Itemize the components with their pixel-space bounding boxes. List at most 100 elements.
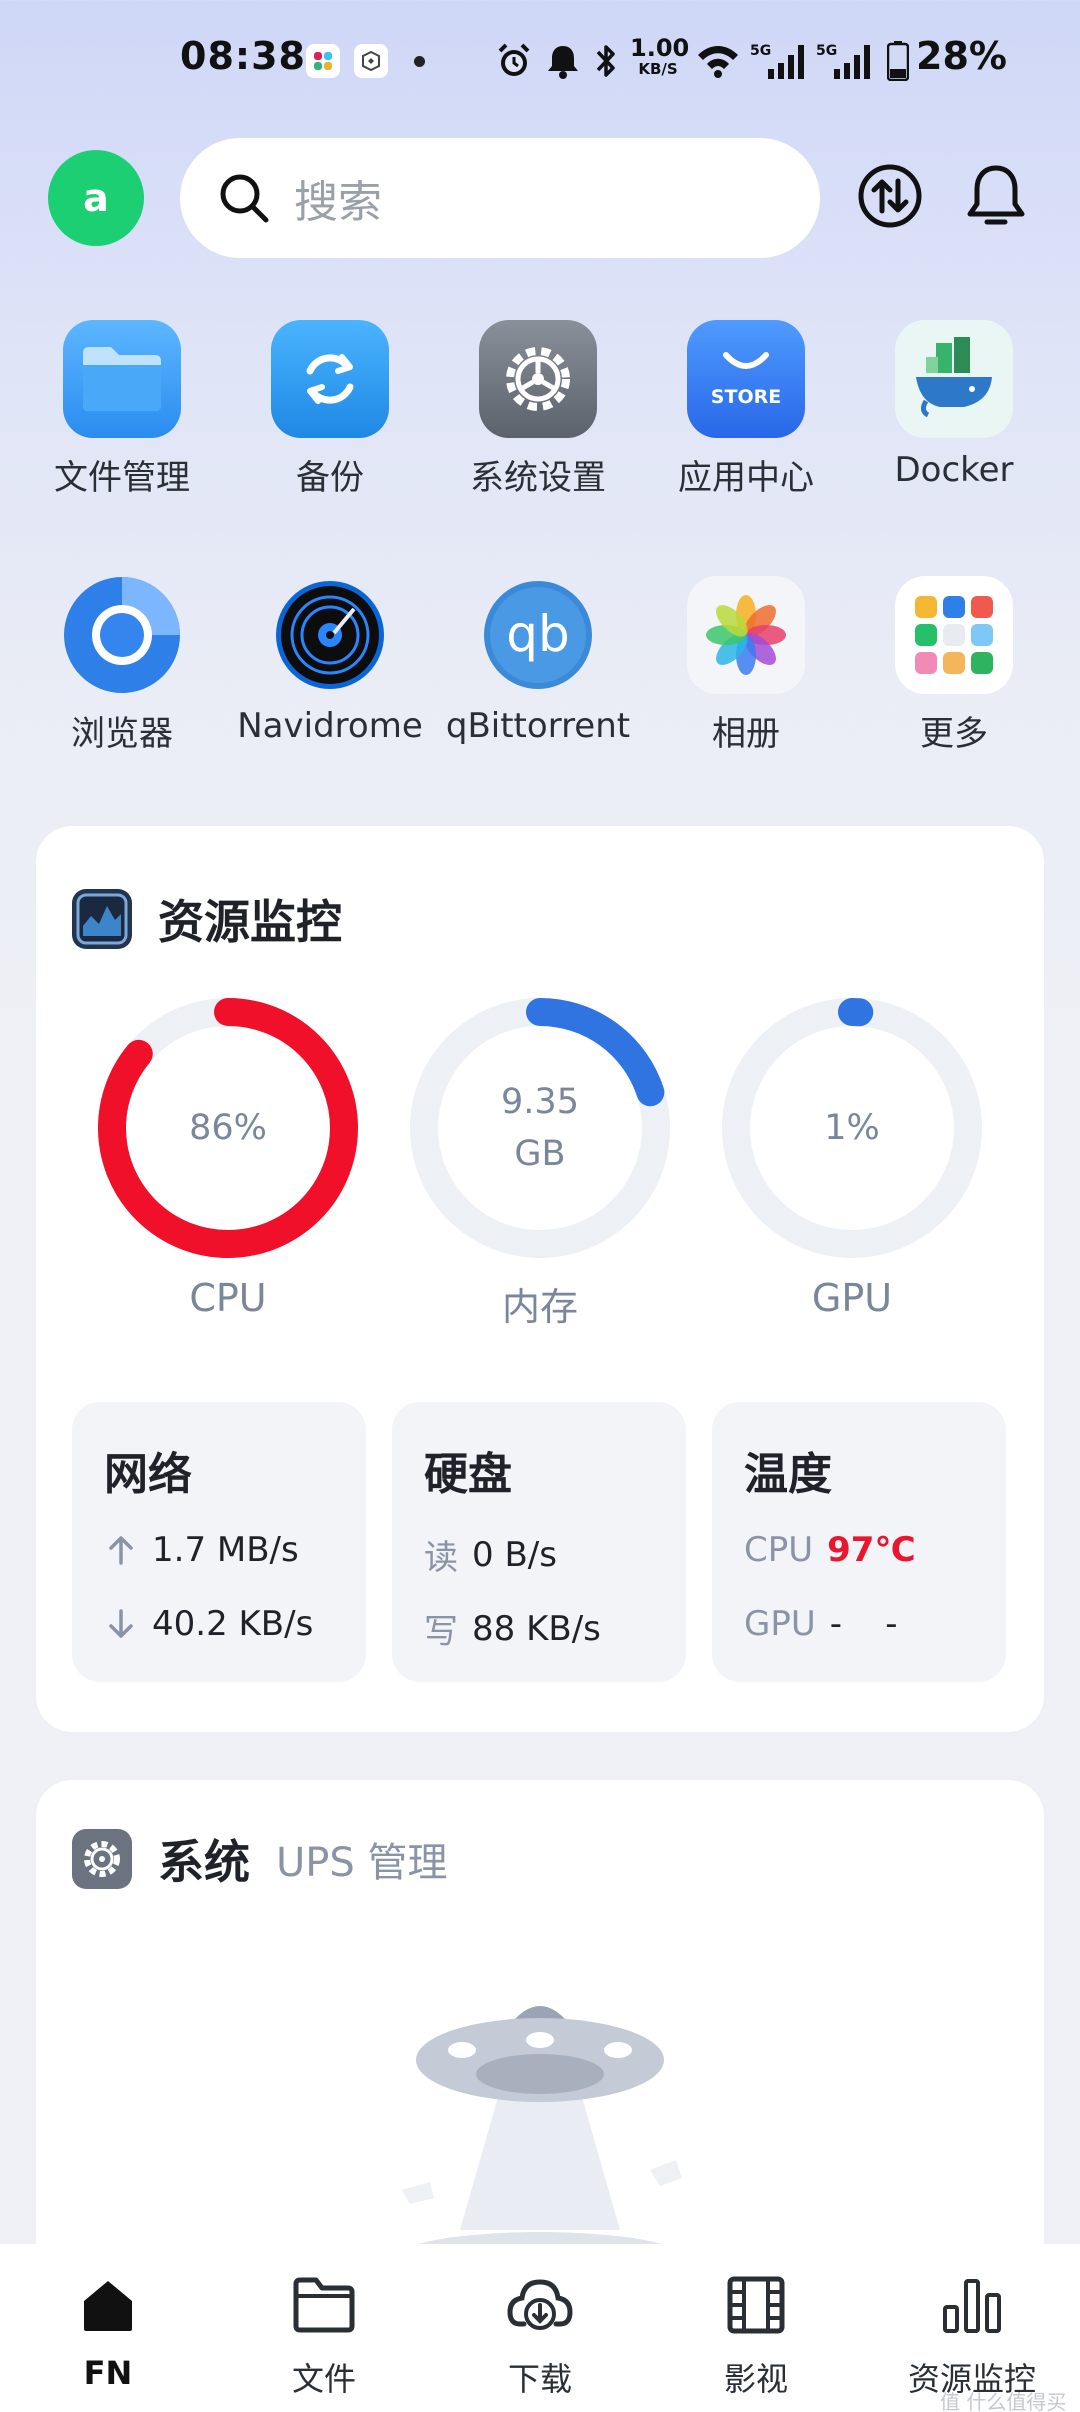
docker-icon: [895, 320, 1013, 438]
store-icon: STORE: [687, 320, 805, 438]
network-download-value: 40.2 KB/s: [152, 1604, 314, 1644]
folder-icon: [289, 2270, 359, 2340]
avatar-letter: a: [83, 176, 109, 220]
gear-icon: [72, 1829, 132, 1889]
svg-text:5G: 5G: [750, 43, 771, 59]
status-bar: 08:38 1.00 KB/S 5G 5G 28%: [0, 0, 1080, 124]
transfer-button[interactable]: [848, 154, 932, 238]
signal-5g-icon: 5G: [750, 40, 808, 82]
nav-label: 下载: [507, 2360, 572, 2398]
disk-read-label: 读: [424, 1538, 458, 1578]
app-label: 应用中心: [678, 458, 814, 498]
app-qbittorrent[interactable]: qb qBittorrent: [434, 576, 642, 746]
app-file-manager[interactable]: 文件管理: [18, 320, 226, 499]
svg-text:5G: 5G: [816, 43, 837, 59]
tab-files[interactable]: 文件: [216, 2270, 432, 2400]
app-browser[interactable]: 浏览器: [18, 576, 226, 755]
tab-media[interactable]: 影视: [648, 2270, 864, 2400]
app-label: Docker: [894, 450, 1014, 490]
arrow-up-icon: [109, 1536, 133, 1565]
gpu-temp-value: - -: [829, 1604, 898, 1644]
network-stat-box[interactable]: 网络 1.7 MB/s 40.2 KB/s: [72, 1402, 366, 1682]
tab-resource-monitor[interactable]: 资源监控: [864, 2270, 1080, 2400]
browser-icon: [63, 576, 181, 694]
search-bar[interactable]: 搜索: [180, 138, 820, 258]
settings-icon: [479, 320, 597, 438]
gpu-gauge-label: GPU: [811, 1276, 893, 1320]
network-download-row: 40.2 KB/s: [104, 1604, 313, 1644]
watermark-text: 值 什么值得买: [940, 2390, 1067, 2412]
disk-write-label: 写: [424, 1612, 458, 1652]
resource-monitor-title: 资源监控: [158, 895, 342, 949]
network-upload-row: 1.7 MB/s: [104, 1530, 299, 1570]
avatar[interactable]: a: [48, 150, 144, 246]
app-label: Navidrome: [237, 706, 423, 746]
cpu-gauge-value: 86%: [189, 1107, 267, 1148]
app-backup[interactable]: 备份: [226, 320, 434, 499]
wifi-icon: [696, 40, 740, 82]
app-label: 系统设置: [470, 458, 606, 498]
app-label: 文件管理: [54, 458, 190, 498]
disk-read-row: 读 0 B/s: [424, 1530, 557, 1579]
folder-icon: [63, 320, 181, 438]
memory-gauge: 9.35 GB 内存: [390, 998, 690, 1329]
disk-stat-box[interactable]: 硬盘 读 0 B/s 写 88 KB/s: [392, 1402, 686, 1682]
cpu-temp-value: 97℃: [827, 1530, 916, 1570]
resource-monitor-header: 资源监控: [72, 886, 342, 952]
gpu-temp-row: GPU - -: [744, 1604, 898, 1644]
cpu-gauge: 86% CPU: [78, 998, 378, 1328]
search-icon: [220, 174, 269, 223]
system-title: 系统: [158, 1835, 250, 1889]
app-photos[interactable]: 相册: [642, 576, 850, 755]
system-header: 系统 UPS 管理: [72, 1826, 448, 1892]
app-system-settings[interactable]: 系统设置: [434, 320, 642, 499]
app-label: 浏览器: [71, 714, 173, 754]
memory-gauge-label: 内存: [501, 1285, 578, 1329]
battery-percent: 28%: [916, 34, 1007, 78]
tab-fn[interactable]: FN: [0, 2270, 216, 2392]
temperature-stat-box[interactable]: 温度 CPU 97℃ GPU - -: [712, 1402, 1006, 1682]
disk-write-row: 写 88 KB/s: [424, 1604, 601, 1653]
qbittorrent-icon: qb: [479, 576, 597, 694]
system-card[interactable]: 系统 UPS 管理: [36, 1780, 1044, 2280]
app-docker[interactable]: Docker: [850, 320, 1058, 490]
app-more[interactable]: 更多: [850, 576, 1058, 755]
notification-dot: [414, 56, 425, 67]
resource-monitor-card[interactable]: 资源监控 86% CPU 9.35 GB 内存 1% GPU 网络 1.7 MB…: [36, 826, 1044, 1732]
nav-label: 文件: [291, 2360, 356, 2398]
search-placeholder: 搜索: [294, 177, 382, 228]
cpu-temp-row: CPU 97℃: [744, 1530, 916, 1570]
status-time: 08:38: [180, 34, 306, 78]
disk-write-value: 88 KB/s: [472, 1608, 601, 1649]
gpu-gauge-value: 1%: [824, 1107, 880, 1148]
nav-label: FN: [83, 2354, 133, 2392]
app-store[interactable]: STORE 应用中心: [642, 320, 850, 499]
store-icon-text: STORE: [711, 386, 781, 408]
cpu-gauge-label: CPU: [189, 1276, 267, 1320]
alarm-icon: [494, 40, 534, 82]
tab-downloads[interactable]: 下载: [432, 2270, 648, 2400]
gpu-gauge: 1% GPU: [702, 998, 1002, 1328]
bell-icon: [967, 165, 1025, 225]
monitor-chart-icon: [72, 889, 132, 949]
home-icon: [73, 2270, 143, 2340]
backup-icon: [271, 320, 389, 438]
bottom-nav: FN 文件 下载 影视 资源监控 值 什么值得买: [0, 2244, 1080, 2412]
disk-title: 硬盘: [424, 1449, 512, 1500]
app-label: 相册: [712, 714, 780, 754]
app-label: 更多: [920, 714, 988, 754]
bell-icon: [544, 40, 582, 82]
memory-gauge-unit: GB: [514, 1134, 566, 1174]
transfer-icon: [858, 164, 922, 228]
net-speed-value: 1.00: [630, 34, 690, 62]
battery-icon: [884, 40, 912, 82]
app-navidrome[interactable]: Navidrome: [226, 576, 434, 746]
app-label: 备份: [296, 458, 364, 498]
notifications-button[interactable]: [954, 154, 1038, 238]
temperature-title: 温度: [744, 1449, 832, 1500]
more-apps-icon: [895, 576, 1013, 694]
download-icon: [505, 2270, 575, 2340]
bar-chart-icon: [937, 2270, 1007, 2340]
signal-5g-icon: 5G: [816, 40, 874, 82]
empty-state-ufo-illustration: [400, 2006, 682, 2260]
